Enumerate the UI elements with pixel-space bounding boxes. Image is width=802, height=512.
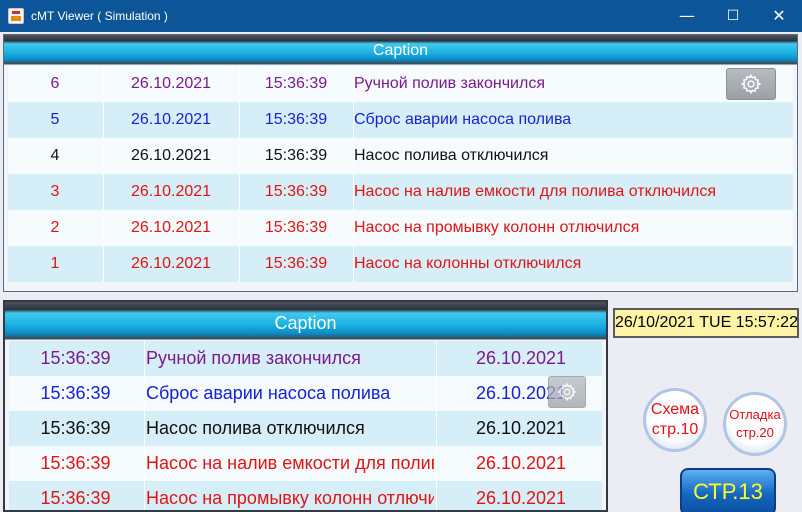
scheme-button-page: стр.10 <box>651 421 699 438</box>
alarm-number: 4 <box>50 147 60 164</box>
alarm-message: Насос на колонны отключился <box>354 255 582 272</box>
alarm-table-caption: Caption <box>4 35 797 65</box>
alarm-date: 26.10.2021 <box>130 75 212 92</box>
alarm-date: 26.10.2021 <box>130 183 212 200</box>
gear-icon <box>740 73 762 95</box>
close-button[interactable]: ✕ <box>756 0 802 32</box>
event-table-caption: Caption <box>5 302 606 340</box>
event-message: Насос полива отключился <box>146 418 365 438</box>
event-message: Сброс аварии насоса полива <box>146 383 391 403</box>
event-message: Насос на налив емкости для полива отключ… <box>146 453 434 473</box>
table-row[interactable]: 15:36:39 Насос на налив емкости для поли… <box>9 446 602 481</box>
table-row[interactable]: 4 26.10.2021 15:36:39 Насос полива отклю… <box>8 138 793 174</box>
alarm-number: 5 <box>50 111 60 128</box>
alarm-time: 15:36:39 <box>264 183 328 200</box>
debug-button-label: Отладка <box>729 407 781 422</box>
event-time: 15:36:39 <box>40 488 111 508</box>
alarm-table-rows: 6 26.10.2021 15:36:39 Ручной полив закон… <box>8 66 793 282</box>
event-message: Насос на промывку колонн отлючился <box>146 488 434 508</box>
table-row[interactable]: 15:36:39 Сброс аварии насоса полива 26.1… <box>9 376 602 411</box>
alarm-date: 26.10.2021 <box>130 111 212 128</box>
debug-page-button[interactable]: Отладка стр.20 <box>723 392 787 456</box>
alarm-time: 15:36:39 <box>264 147 328 164</box>
table-row[interactable]: 15:36:39 Насос полива отключился 26.10.2… <box>9 411 602 446</box>
alarm-message: Насос полива отключился <box>354 147 549 164</box>
alarm-date: 26.10.2021 <box>130 219 212 236</box>
table-row[interactable]: 6 26.10.2021 15:36:39 Ручной полив закон… <box>8 66 793 102</box>
table-row[interactable]: 15:36:39 Ручной полив закончился 26.10.2… <box>9 341 602 376</box>
event-time: 15:36:39 <box>40 348 111 368</box>
alarm-settings-button[interactable] <box>726 68 776 100</box>
event-time: 15:36:39 <box>40 418 111 438</box>
alarm-number: 1 <box>50 255 60 272</box>
table-row[interactable]: 2 26.10.2021 15:36:39 Насос на промывку … <box>8 210 793 246</box>
gear-icon <box>557 382 577 402</box>
client-area: Caption 6 26.10.2021 15:36:39 Ручной пол… <box>0 32 802 512</box>
alarm-time: 15:36:39 <box>264 111 328 128</box>
event-settings-button[interactable] <box>548 376 586 408</box>
debug-button-page: стр.20 <box>736 425 774 440</box>
scheme-page-button[interactable]: Схема стр.10 <box>643 388 707 452</box>
alarm-number: 2 <box>50 219 60 236</box>
event-date: 26.10.2021 <box>475 488 567 508</box>
event-date: 26.10.2021 <box>475 418 567 438</box>
table-row[interactable]: 1 26.10.2021 15:36:39 Насос на колонны о… <box>8 246 793 282</box>
minimize-button[interactable]: — <box>664 0 710 32</box>
table-row[interactable]: 15:36:39 Насос на промывку колонн отлючи… <box>9 481 602 510</box>
alarm-message: Сброс аварии насоса полива <box>354 111 572 128</box>
alarm-time: 15:36:39 <box>264 75 328 92</box>
alarm-time: 15:36:39 <box>264 219 328 236</box>
alarm-date: 26.10.2021 <box>130 147 212 164</box>
event-time: 15:36:39 <box>40 383 111 403</box>
event-message: Ручной полив закончился <box>146 348 361 368</box>
alarm-date: 26.10.2021 <box>130 255 212 272</box>
event-date: 26.10.2021 <box>475 348 567 368</box>
event-time: 15:36:39 <box>40 453 111 473</box>
scheme-button-label: Схема <box>650 401 700 418</box>
date-time-display: 26/10/2021 TUE 15:57:22 <box>613 308 799 338</box>
alarm-number: 3 <box>50 183 60 200</box>
event-table-panel: Caption 15:36:39 Ручной полив закончился… <box>3 300 608 512</box>
alarm-table-panel: Caption 6 26.10.2021 15:36:39 Ручной пол… <box>3 34 798 292</box>
alarm-time: 15:36:39 <box>264 255 328 272</box>
table-row[interactable]: 5 26.10.2021 15:36:39 Сброс аварии насос… <box>8 102 793 138</box>
window-title: cMT Viewer ( Simulation ) <box>31 9 168 23</box>
app-icon <box>8 8 24 24</box>
alarm-message: Насос на промывку колонн отлючился <box>354 219 640 236</box>
alarm-message: Насос на налив емкости для полива отключ… <box>354 183 717 200</box>
page-13-button[interactable]: СТР.13 <box>680 468 776 512</box>
event-date: 26.10.2021 <box>475 453 567 473</box>
table-row[interactable]: 3 26.10.2021 15:36:39 Насос на налив емк… <box>8 174 793 210</box>
event-table-rows: 15:36:39 Ручной полив закончился 26.10.2… <box>9 341 602 510</box>
title-bar[interactable]: cMT Viewer ( Simulation ) — ☐ ✕ <box>0 0 802 32</box>
alarm-message: Ручной полив закончился <box>354 75 545 92</box>
maximize-button[interactable]: ☐ <box>710 0 756 32</box>
alarm-number: 6 <box>50 75 60 92</box>
